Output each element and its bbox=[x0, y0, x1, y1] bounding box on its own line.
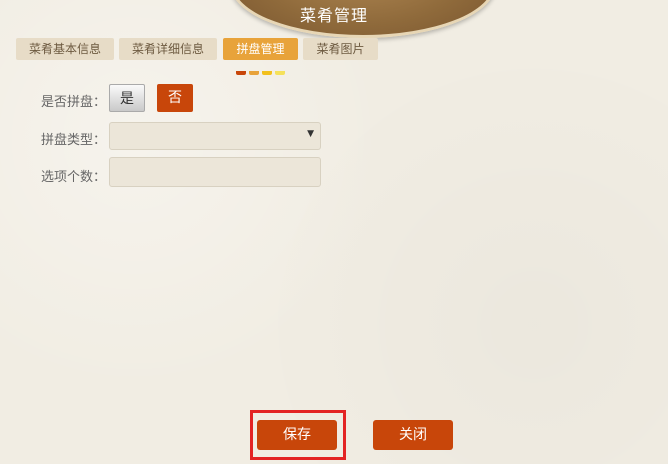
indicator-dot bbox=[236, 71, 246, 75]
save-button[interactable]: 保存 bbox=[257, 420, 337, 450]
platter-type-select[interactable]: ▼ bbox=[109, 122, 321, 150]
indicator-dot bbox=[249, 71, 259, 75]
platter-yes-button[interactable]: 是 bbox=[109, 84, 145, 112]
indicator-dot bbox=[275, 71, 285, 75]
indicator-dot bbox=[262, 71, 272, 75]
active-tab-indicator bbox=[236, 60, 288, 75]
page-title: 菜肴管理 bbox=[299, 6, 368, 25]
chevron-down-icon: ▼ bbox=[307, 129, 314, 139]
tab-platter-management[interactable]: 拼盘管理 bbox=[223, 38, 298, 60]
option-count-label: 选项个数： bbox=[40, 170, 106, 185]
tab-dish-images[interactable]: 菜肴图片 bbox=[303, 38, 378, 60]
platter-no-button[interactable]: 否 bbox=[157, 84, 193, 112]
option-count-input[interactable] bbox=[109, 157, 321, 187]
platter-type-label: 拼盘类型： bbox=[40, 133, 106, 148]
tab-basic-info[interactable]: 菜肴基本信息 bbox=[16, 38, 114, 60]
platter-label: 是否拼盘： bbox=[40, 95, 106, 110]
close-button[interactable]: 关闭 bbox=[373, 420, 453, 450]
tab-detail-info[interactable]: 菜肴详细信息 bbox=[119, 38, 217, 60]
